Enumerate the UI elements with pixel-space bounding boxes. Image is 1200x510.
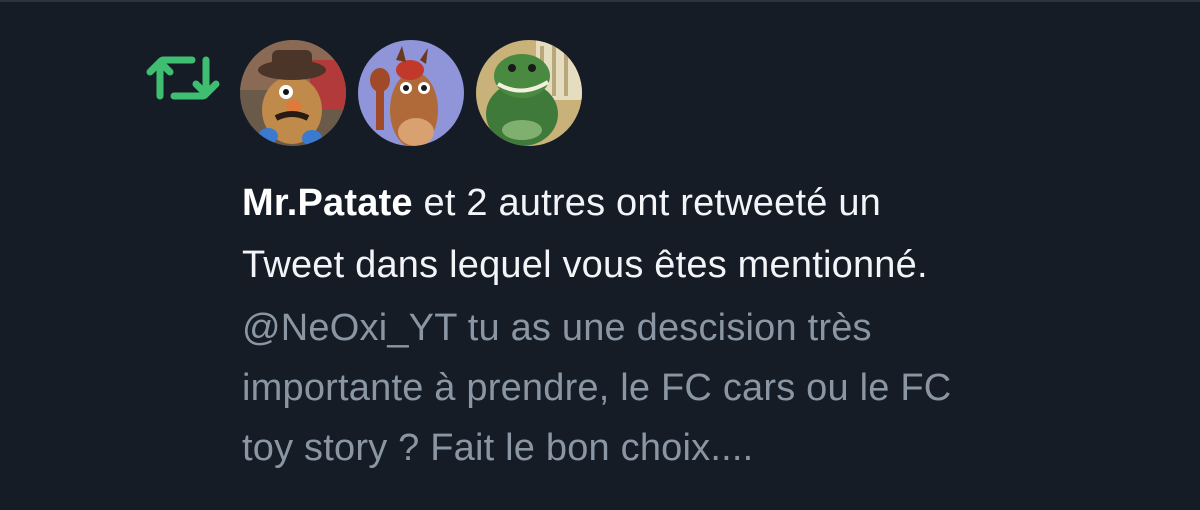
avatar-mr-patate[interactable] [240, 40, 346, 146]
message-line-1: et 2 autres ont retweeté un [412, 182, 881, 224]
potato-head-icon [240, 40, 346, 146]
username-link[interactable]: Mr.Patate [242, 182, 413, 224]
avatar-group [240, 40, 582, 146]
retweet-icon [146, 56, 220, 100]
notification-message: Mr.Patate et 2 autres ont retweeté un Tw… [242, 172, 1142, 296]
avatar-dinosaur[interactable] [476, 40, 582, 146]
tweet-text-line-3: toy story ? Fait le bon choix.... [242, 427, 754, 469]
tweet-preview[interactable]: @NeOxi_YT tu as une descision très impor… [242, 298, 1142, 478]
tweet-text-line-1: @NeOxi_YT tu as une descision très [242, 307, 872, 349]
avatar-horse[interactable] [358, 40, 464, 146]
message-line-2: Tweet dans lequel vous êtes mentionné. [242, 244, 928, 286]
dinosaur-icon [476, 40, 582, 146]
tweet-text-line-2: importante à prendre, le FC cars ou le F… [242, 367, 952, 409]
horse-icon [358, 40, 464, 146]
retweet-notification[interactable]: Mr.Patate et 2 autres ont retweeté un Tw… [0, 2, 1200, 510]
